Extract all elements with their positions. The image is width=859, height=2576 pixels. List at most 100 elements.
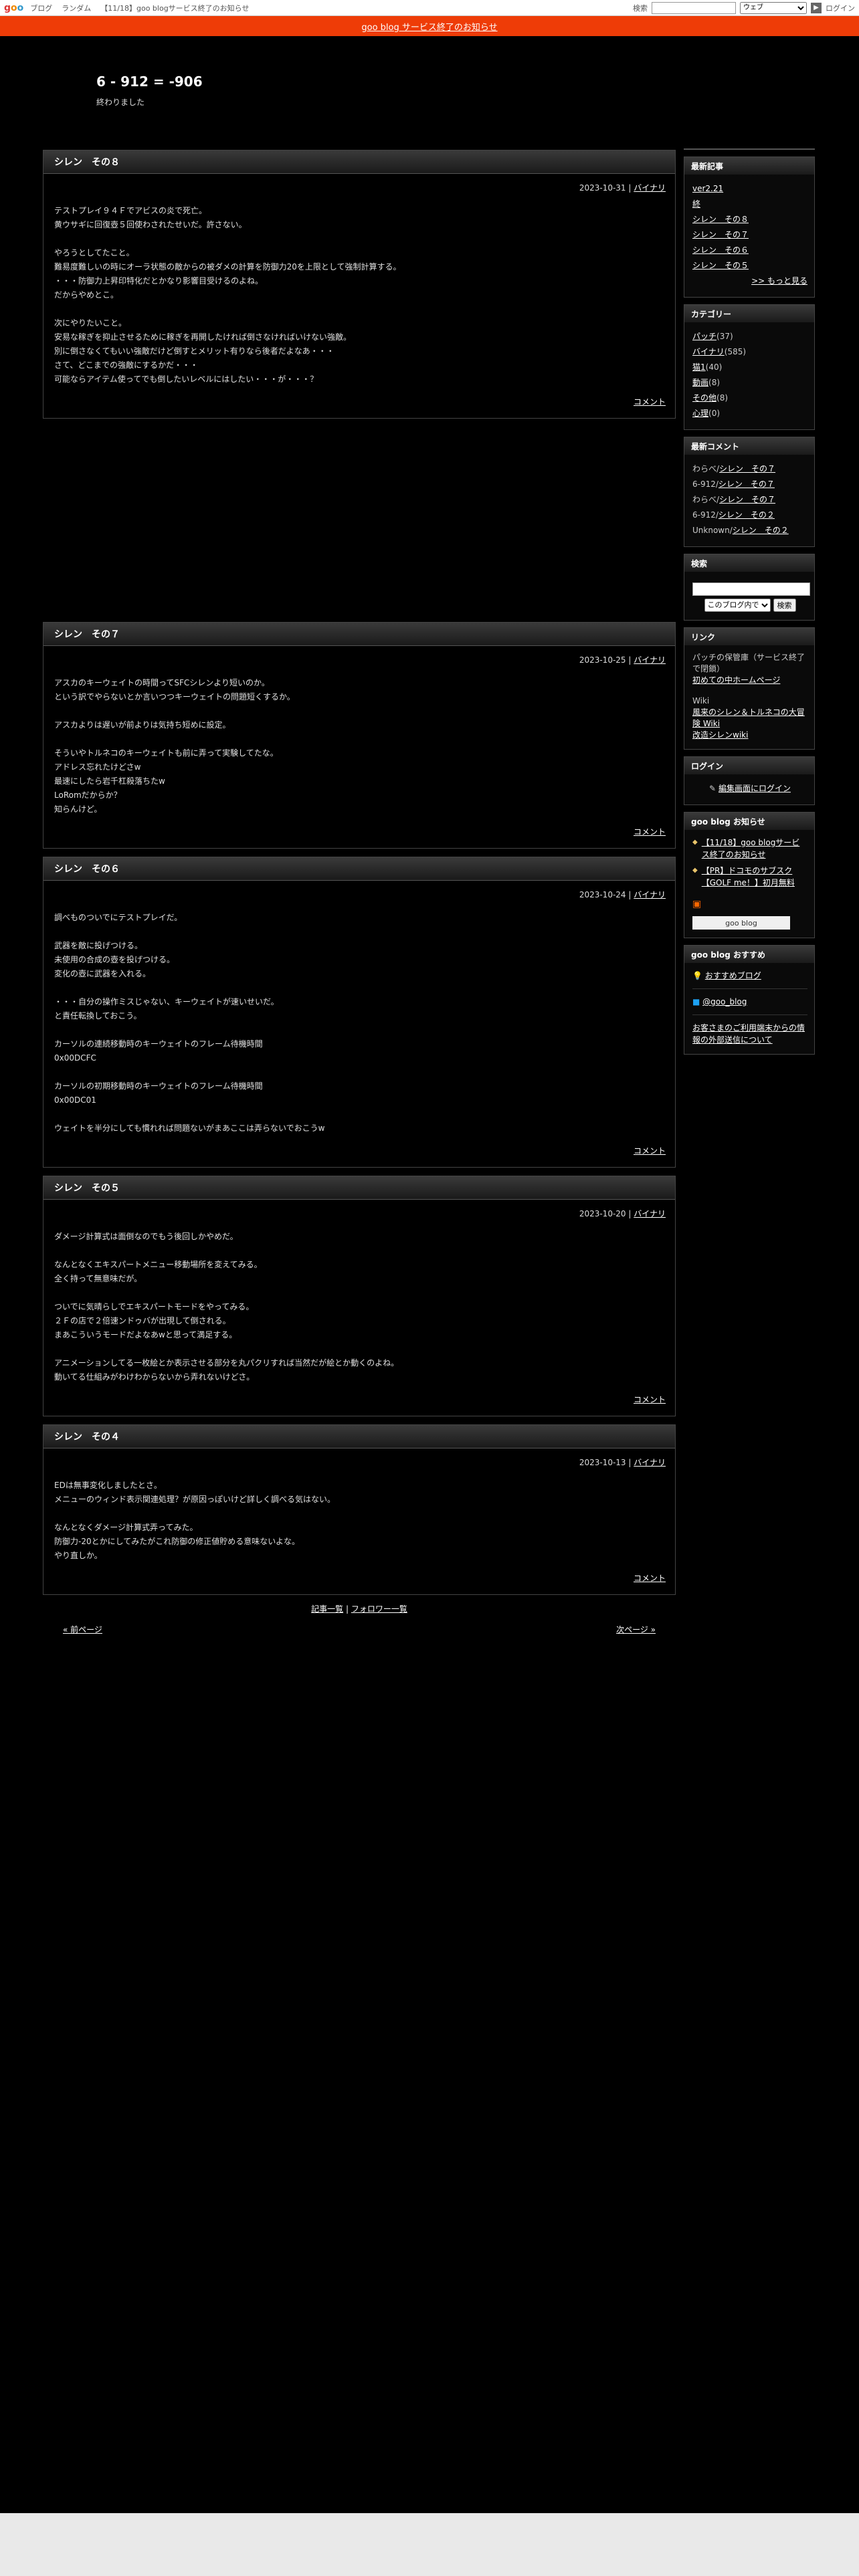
blog-title[interactable]: 6 - 912 = -906 xyxy=(96,74,203,90)
links-body: パッチの保管庫（サービス終了で閉鎖） 初めての中ホームページ Wiki 風来のシ… xyxy=(684,645,814,749)
topbar-link-random[interactable]: ランダム xyxy=(62,3,91,13)
blog-page: 6 - 912 = -906 終わりました シレン その８ 2023-10-31 … xyxy=(0,36,859,2513)
entry-text-line: やり直しか。 xyxy=(54,1551,102,1560)
comment-item: Unknown/シレン その２ xyxy=(692,523,807,538)
recommend-blog-link[interactable]: おすすめブログ xyxy=(705,971,761,980)
link-mod-shiren-wiki[interactable]: 改造シレンwiki xyxy=(692,730,748,740)
recent-article-link[interactable]: シレン その６ xyxy=(692,245,749,255)
recent-article-link[interactable]: ver2.21 xyxy=(692,184,723,193)
comment-post-link[interactable]: シレン その７ xyxy=(719,464,775,473)
goo-notice-link-pr[interactable]: 【PR】ドコモのサブスク【GOLF me！】初月無料 xyxy=(702,865,807,889)
article-list-link[interactable]: 記事一覧 xyxy=(311,1604,343,1614)
category-link[interactable]: その他 xyxy=(692,393,717,403)
entry-text-line xyxy=(54,925,664,939)
entry-footer: コメント xyxy=(43,817,675,848)
entry-footer: コメント xyxy=(43,387,675,418)
entry-category-link[interactable]: バイナリ xyxy=(634,655,666,665)
entry-category-link[interactable]: バイナリ xyxy=(634,1209,666,1218)
comment-post-link[interactable]: シレン その２ xyxy=(733,526,789,535)
bottom-links: 記事一覧 | フォロワー一覧 xyxy=(43,1603,676,1614)
entry-category-link[interactable]: バイナリ xyxy=(634,183,666,193)
comment-link[interactable]: コメント xyxy=(634,397,666,407)
search-icon[interactable]: ▶ xyxy=(811,2,822,13)
follower-list-link[interactable]: フォロワー一覧 xyxy=(351,1604,407,1614)
entry-date: 2023-10-13 xyxy=(579,1458,626,1467)
next-page-link[interactable]: 次ページ » xyxy=(616,1624,656,1635)
recent-article-link[interactable]: シレン その７ xyxy=(692,230,749,239)
comment-link[interactable]: コメント xyxy=(634,827,666,837)
blog-search-scope-select[interactable]: このブログ内で xyxy=(704,599,771,612)
recent-article-link[interactable]: 終 xyxy=(692,199,700,209)
entry-category-link[interactable]: バイナリ xyxy=(634,890,666,899)
entry-text-line: 調べものついでにテストプレイだ。 xyxy=(54,913,183,922)
twitter-link[interactable]: @goo_blog xyxy=(702,997,747,1006)
entry-text-line: なんとなくエキスパートメニュー移動場所を変えてみる。 xyxy=(54,1260,262,1269)
comment-post-link[interactable]: シレン その７ xyxy=(719,479,775,489)
comment-user: わらべ/ xyxy=(692,495,720,504)
category-link[interactable]: 猫1 xyxy=(692,362,706,372)
comment-post-link[interactable]: シレン その７ xyxy=(719,495,775,504)
comment-link[interactable]: コメント xyxy=(634,1574,666,1583)
comment-post-link[interactable]: シレン その２ xyxy=(719,510,775,520)
entry-body: ダメージ計算式は面倒なのでもう後回しかやめだ。 なんとなくエキスパートメニュー移動… xyxy=(43,1219,675,1384)
entry-date: 2023-10-25 xyxy=(579,655,626,665)
entry-meta: 2023-10-13 | バイナリ xyxy=(579,1458,666,1467)
comment-link[interactable]: コメント xyxy=(634,1146,666,1156)
goo-blog-badge[interactable]: goo blog xyxy=(692,916,790,930)
recent-article-item: シレン その５ xyxy=(692,258,807,274)
entry-body: テストプレイ９４Ｆでアビスの炎で死亡。 黄ウサギに回復壺５回使わされたせいだ。許さ… xyxy=(43,193,675,387)
entry-title[interactable]: シレン その５ xyxy=(43,1176,675,1200)
goo-notice-link-service-end[interactable]: 【11/18】goo blogサービス終了のお知らせ xyxy=(702,837,807,861)
entry-category-link[interactable]: バイナリ xyxy=(634,1458,666,1467)
recent-article-item: ver2.21 xyxy=(692,181,807,197)
blog-search-button[interactable]: 検索 xyxy=(773,599,796,612)
blog-search-input[interactable] xyxy=(692,582,810,596)
category-count: (8) xyxy=(717,393,729,403)
entry-date: 2023-10-24 xyxy=(579,890,626,899)
topbar-notice-link[interactable]: 【11/18】goo blogサービス終了のお知らせ xyxy=(100,3,249,13)
entry-text-line: カーソルの連続移動時のキーウェイトのフレーム待機時間 xyxy=(54,1039,263,1049)
category-link[interactable]: バイナリ xyxy=(692,347,725,356)
blog-entry: シレン その５ 2023-10-20 | バイナリ ダメージ計算式は面倒なのでもう後… xyxy=(43,1176,676,1416)
recent-articles-list: ver2.21 終シレン その８ シレン その７ シレン その６ シレン その５ >> も… xyxy=(684,175,814,297)
category-link[interactable]: パッチ xyxy=(692,332,717,341)
entry-title[interactable]: シレン その４ xyxy=(43,1425,675,1448)
edit-login-link[interactable]: 編集画面にログイン xyxy=(719,784,791,793)
entry-title[interactable]: シレン その７ xyxy=(43,623,675,646)
topbar-link-blog[interactable]: ブログ xyxy=(30,3,52,13)
recent-article-link[interactable]: シレン その５ xyxy=(692,261,749,270)
topbar-search-select[interactable]: ウェブ xyxy=(740,1,807,14)
links-text-patch: パッチの保管庫（サービス終了で閉鎖） xyxy=(692,653,805,673)
external-transmission-link[interactable]: お客さまのご利用端末からの情報の外部送信について xyxy=(692,1023,805,1045)
entry-text-line: 最速にしたら岩千杠殺落ちたw xyxy=(54,776,165,786)
link-shiren-wiki[interactable]: 風来のシレン＆トルネコの大冒険 Wiki xyxy=(692,708,805,728)
entry-text-line xyxy=(54,1507,664,1521)
links-title: リンク xyxy=(684,628,814,645)
ad-space xyxy=(43,427,676,622)
goo-logo[interactable]: goo xyxy=(4,3,23,13)
topbar-search-input[interactable] xyxy=(652,1,736,14)
comment-link[interactable]: コメント xyxy=(634,1395,666,1404)
link-homepage[interactable]: 初めての中ホームページ xyxy=(692,675,780,685)
more-articles-link[interactable]: >> もっと見る xyxy=(751,276,807,286)
category-link[interactable]: 心理 xyxy=(692,409,708,418)
page-footer-area xyxy=(0,2513,859,2576)
entry-text-line: 知らんけど。 xyxy=(54,804,102,814)
category-link[interactable]: 動画 xyxy=(692,378,708,387)
entry-title[interactable]: シレン その６ xyxy=(43,857,675,881)
topbar-login-link[interactable]: ログイン xyxy=(826,3,855,13)
entry-text-line: 武器を敵に投げつける。 xyxy=(54,941,143,950)
recent-article-link[interactable]: シレン その８ xyxy=(692,215,749,224)
category-count: (40) xyxy=(705,362,723,372)
login-block: ログイン ✎ 編集画面にログイン xyxy=(684,756,815,805)
prev-page-link[interactable]: « 前ページ xyxy=(63,1624,102,1635)
entry-title[interactable]: シレン その８ xyxy=(43,150,675,174)
rss-icon[interactable]: ▣ xyxy=(692,899,701,909)
service-end-notice-link[interactable]: goo blog サービス終了のお知らせ xyxy=(361,20,497,33)
recommend-block: goo blog おすすめ 💡 おすすめブログ ■ @goo_blog お客さま… xyxy=(684,945,815,1055)
entry-text-line: 難易度難しいの時にオーラ状態の敵からの被ダメの計算を防御力20を上限として強制計… xyxy=(54,262,401,272)
entry-text-line: という訳でやらないとか言いつつキーウェイトの問題短くするか。 xyxy=(54,692,295,702)
category-item: 猫1(40) xyxy=(692,360,807,375)
entry-text-line: アスカのキーウェイトの時間ってSFCシレンより短いのか。 xyxy=(54,678,270,687)
entry-body: アスカのキーウェイトの時間ってSFCシレンより短いのか。という訳でやらないとか言… xyxy=(43,665,675,817)
